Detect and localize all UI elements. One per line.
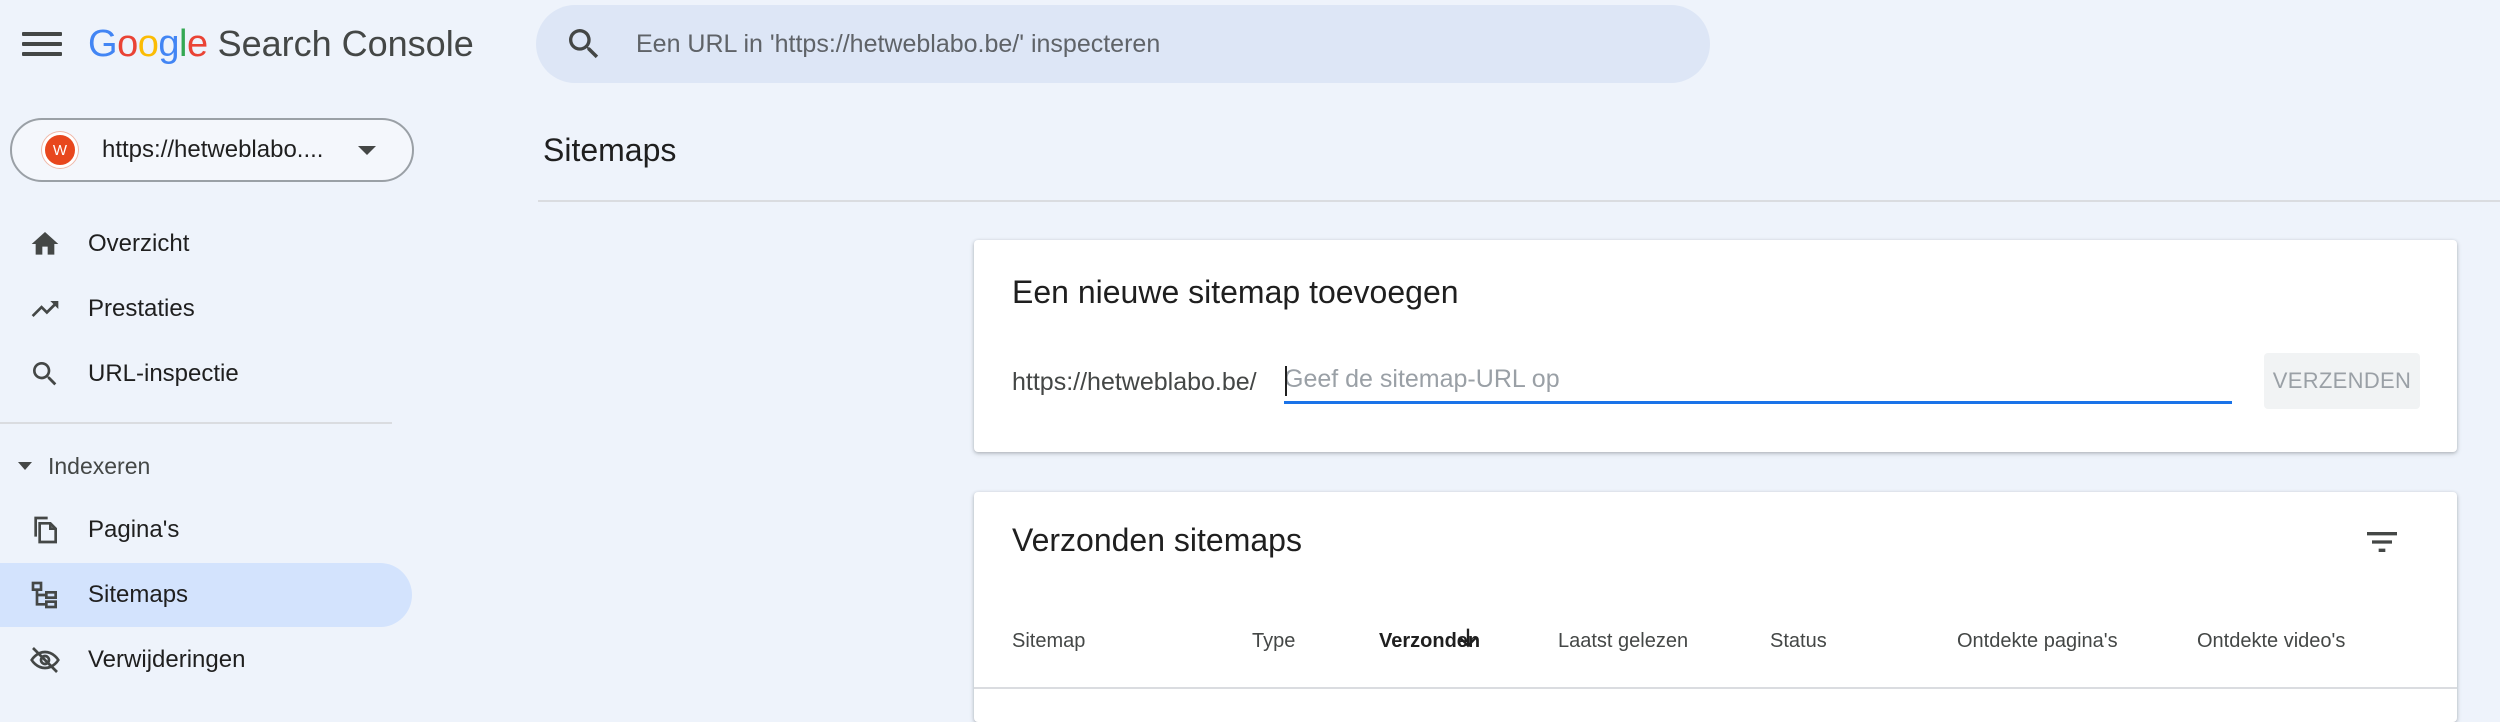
hamburger-menu-icon[interactable]: [22, 26, 62, 62]
sidebar-item-label: Overzicht: [88, 230, 190, 257]
sidebar-item-verwijderingen[interactable]: Verwijderingen: [0, 628, 412, 692]
sitemap-url-input[interactable]: [1284, 358, 2232, 404]
sidebar-item-label: Pagina's: [88, 516, 180, 543]
column-header-status[interactable]: Status: [1770, 630, 1827, 653]
table-header-divider: [974, 687, 2457, 689]
submitted-sitemaps-card: Verzonden sitemaps Sitemap Type Verzonde…: [974, 492, 2457, 722]
property-url: https://hetweblabo....: [102, 136, 324, 163]
sitemap-icon: [31, 581, 57, 609]
sidebar-item-paginas[interactable]: Pagina's: [0, 498, 412, 562]
google-search-console-logo[interactable]: Google Search Console: [88, 20, 474, 68]
dropdown-arrow-icon: [358, 146, 376, 155]
column-header-sitemap[interactable]: Sitemap: [1012, 630, 1085, 653]
column-header-laatst-gelezen[interactable]: Laatst gelezen: [1558, 630, 1688, 653]
search-icon[interactable]: [564, 24, 604, 64]
sidebar-item-url-inspectie[interactable]: URL-inspectie: [0, 342, 412, 406]
logo-letter: l: [178, 22, 187, 65]
sidebar-item-label: Sitemaps: [88, 581, 189, 608]
sidebar-section-label: Indexeren: [48, 452, 151, 479]
submit-sitemap-button[interactable]: VERZENDEN: [2264, 353, 2420, 409]
logo-letter: o: [137, 22, 159, 65]
page-title: Sitemaps: [543, 132, 677, 168]
eye-off-icon: [30, 647, 60, 673]
url-inspect-search-bar[interactable]: [536, 5, 1710, 83]
logo-letter: o: [117, 22, 138, 65]
product-name: Search Console: [217, 23, 474, 64]
filter-icon[interactable]: [2362, 522, 2402, 562]
sidebar-item-label: Prestaties: [88, 295, 195, 322]
sidebar-section-indexeren[interactable]: Indexeren: [0, 446, 150, 486]
sidebar-item-label: URL-inspectie: [88, 360, 239, 387]
google-wordmark: Google: [88, 23, 208, 66]
pages-icon: [34, 516, 57, 544]
collapse-arrow-icon: [18, 462, 32, 470]
sitemap-url-prefix: https://hetweblabo.be/: [1012, 368, 1257, 396]
property-selector[interactable]: W https://hetweblabo....: [10, 118, 414, 182]
trending-up-icon: [31, 301, 59, 317]
top-app-bar: Google Search Console: [0, 0, 2500, 88]
title-divider: [538, 200, 2500, 202]
column-header-ontdekte-paginas[interactable]: Ontdekte pagina's: [1957, 630, 2118, 653]
add-sitemap-card: Een nieuwe sitemap toevoegen https://het…: [974, 240, 2457, 452]
logo-letter: e: [186, 22, 208, 65]
logo-letter: g: [158, 22, 179, 65]
url-inspect-input[interactable]: [634, 28, 1638, 60]
column-header-ontdekte-videos[interactable]: Ontdekte video's: [2197, 630, 2345, 653]
home-icon: [31, 232, 59, 255]
submitted-sitemaps-title: Verzonden sitemaps: [1012, 522, 1302, 558]
arrow-down-icon[interactable]: [1454, 624, 1482, 652]
search-icon: [33, 362, 57, 386]
sidebar-divider: [0, 422, 392, 424]
sidebar-item-prestaties[interactable]: Prestaties: [0, 277, 412, 341]
column-header-type[interactable]: Type: [1252, 630, 1295, 653]
logo-letter: G: [88, 22, 118, 65]
text-cursor: [1285, 366, 1287, 396]
sidebar-item-label: Verwijderingen: [88, 646, 246, 673]
sidebar-item-sitemaps[interactable]: Sitemaps: [0, 563, 412, 627]
add-sitemap-title: Een nieuwe sitemap toevoegen: [1012, 274, 1459, 310]
property-favicon: W: [42, 132, 78, 168]
sidebar-item-overzicht[interactable]: Overzicht: [0, 212, 412, 276]
